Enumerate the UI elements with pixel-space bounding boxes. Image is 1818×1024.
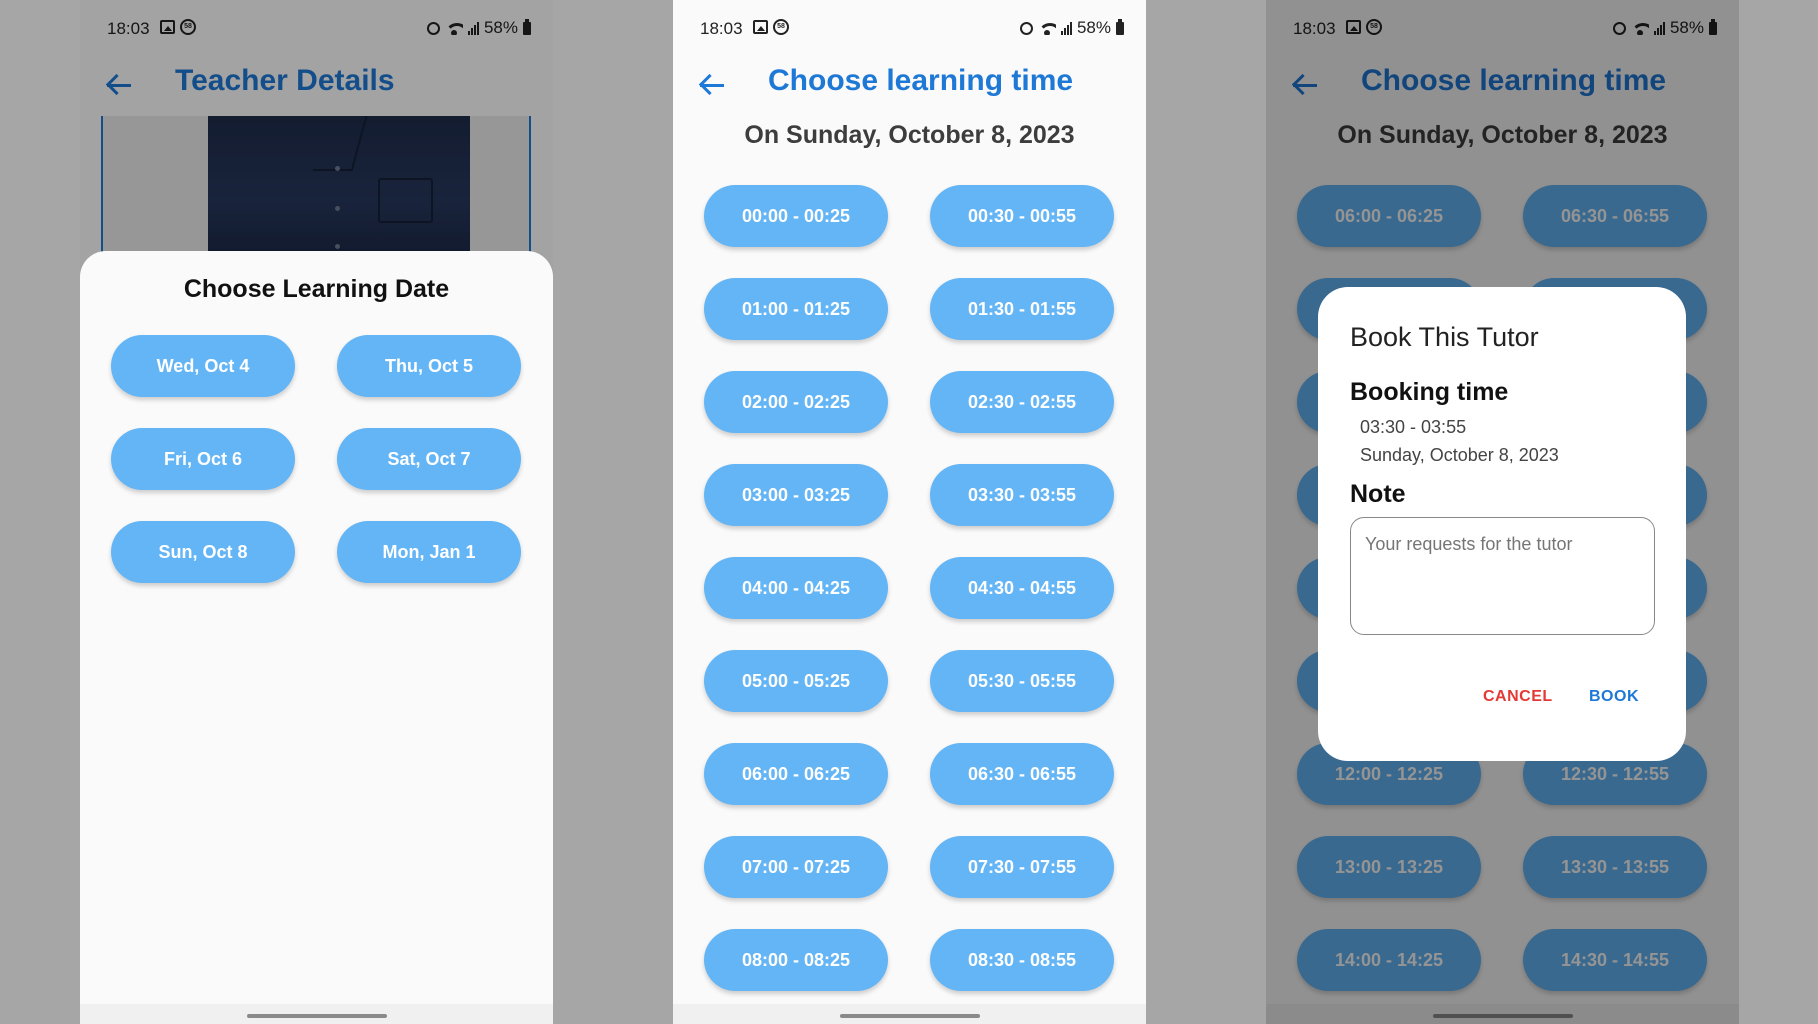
date-grid: Wed, Oct 4 Thu, Oct 5 Fri, Oct 6 Sat, Oc… — [111, 335, 522, 583]
gallery-icon — [753, 20, 768, 34]
date-button[interactable]: Wed, Oct 4 — [111, 335, 295, 397]
dialog-title: Book This Tutor — [1350, 322, 1539, 352]
time-slot-button[interactable]: 03:00 - 03:25 — [704, 464, 888, 526]
app-bar: Choose learning time — [673, 56, 1146, 116]
date-button[interactable]: Sun, Oct 8 — [111, 521, 295, 583]
book-tutor-dialog: Book This Tutor Booking time 03:30 - 03:… — [1318, 287, 1686, 761]
cancel-button[interactable]: CANCEL — [1483, 688, 1553, 706]
time-slot-button[interactable]: 01:00 - 01:25 — [704, 278, 888, 340]
home-indicator[interactable] — [839, 1014, 980, 1018]
booking-time-label: Booking time — [1350, 378, 1509, 406]
date-heading: On Sunday, October 8, 2023 — [744, 121, 1075, 149]
screen-book-dialog: 18:03 58 58% Choose learning time On Sun… — [1266, 0, 1739, 1024]
note-label: Note — [1350, 480, 1406, 508]
alarm-icon — [1019, 21, 1033, 35]
booking-date-value: Sunday, October 8, 2023 — [1360, 445, 1559, 465]
time-slot-button[interactable]: 07:30 - 07:55 — [930, 836, 1114, 898]
time-slot-button[interactable]: 00:00 - 00:25 — [704, 185, 888, 247]
time-slot-button[interactable]: 02:30 - 02:55 — [930, 371, 1114, 433]
time-slot-button[interactable]: 08:30 - 08:55 — [930, 929, 1114, 991]
signal-icon — [1060, 21, 1072, 35]
date-button[interactable]: Fri, Oct 6 — [111, 428, 295, 490]
date-button[interactable]: Thu, Oct 5 — [337, 335, 521, 397]
note-input[interactable] — [1350, 517, 1655, 635]
time-slot-button[interactable]: 06:00 - 06:25 — [704, 743, 888, 805]
wifi-icon — [1037, 21, 1056, 35]
notification-count-icon: 58 — [773, 19, 789, 35]
time-slot-button[interactable]: 03:30 - 03:55 — [930, 464, 1114, 526]
home-indicator[interactable] — [246, 1014, 387, 1018]
screen-choose-time: 18:03 58 58% Choose learning time On Sun… — [673, 0, 1146, 1024]
date-button[interactable]: Sat, Oct 7 — [337, 428, 521, 490]
date-button[interactable]: Mon, Jan 1 — [337, 521, 521, 583]
time-slot-button[interactable]: 04:30 - 04:55 — [930, 557, 1114, 619]
time-slot-button[interactable]: 02:00 - 02:25 — [704, 371, 888, 433]
time-slot-button[interactable]: 07:00 - 07:25 — [704, 836, 888, 898]
screen-teacher-details: 18:03 58 58% Teacher Details Choose Lear… — [80, 0, 553, 1024]
status-time: 18:03 — [700, 19, 743, 38]
time-slot-button[interactable]: 08:00 - 08:25 — [704, 929, 888, 991]
time-slot-grid: 00:00 - 00:25 00:30 - 00:55 01:00 - 01:2… — [704, 185, 1115, 991]
time-slot-button[interactable]: 01:30 - 01:55 — [930, 278, 1114, 340]
status-bar: 18:03 58 58% — [673, 0, 1146, 56]
time-slot-button[interactable]: 04:00 - 04:25 — [704, 557, 888, 619]
back-arrow-icon[interactable] — [698, 72, 725, 98]
sheet-title: Choose Learning Date — [183, 275, 450, 303]
time-slot-button[interactable]: 05:30 - 05:55 — [930, 650, 1114, 712]
time-slot-button[interactable]: 06:30 - 06:55 — [930, 743, 1114, 805]
page-title: Choose learning time — [768, 64, 1074, 97]
book-button[interactable]: BOOK — [1589, 688, 1639, 706]
booking-time-value: 03:30 - 03:55 — [1360, 417, 1467, 437]
battery-icon — [1116, 18, 1124, 35]
time-slot-button[interactable]: 00:30 - 00:55 — [930, 185, 1114, 247]
date-picker-sheet: Choose Learning Date Wed, Oct 4 Thu, Oct… — [80, 251, 553, 1024]
battery-percent: 58% — [1076, 18, 1111, 37]
time-slot-button[interactable]: 05:00 - 05:25 — [704, 650, 888, 712]
